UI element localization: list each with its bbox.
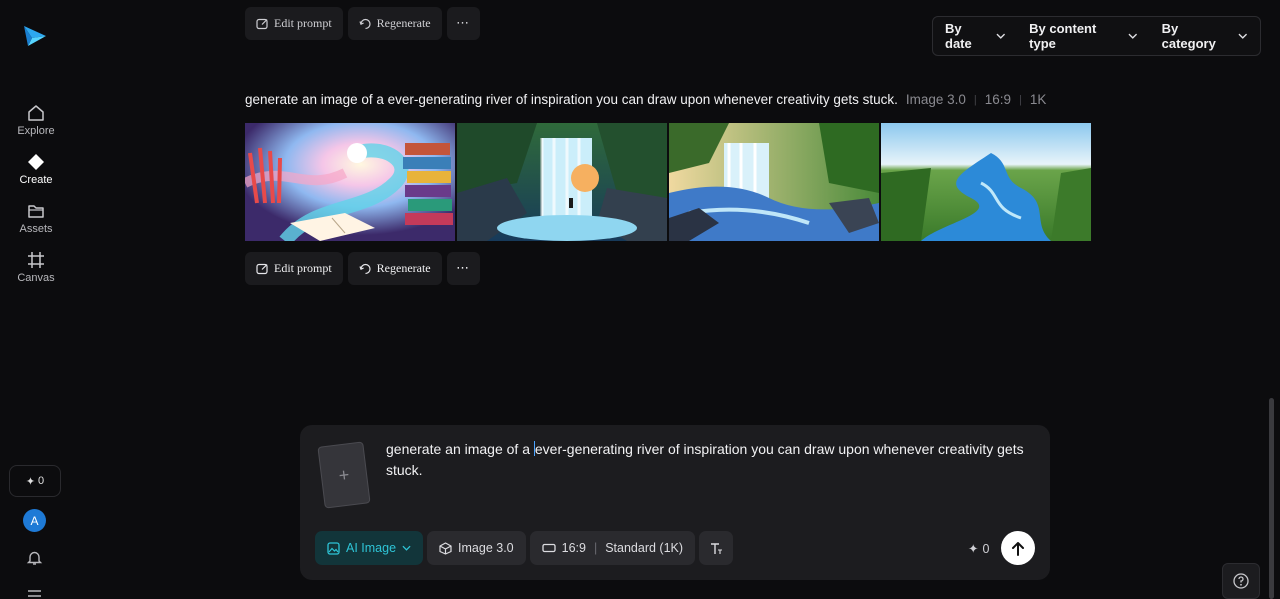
ratio-label: 16:9 (561, 541, 586, 555)
sidebar-item-assets[interactable]: Assets (0, 202, 72, 235)
ai-image-icon (327, 541, 340, 555)
mode-label: AI Image (346, 541, 397, 555)
regenerate-icon (359, 263, 371, 274)
prompt-input[interactable]: generate an image of a ever-generating r… (386, 439, 1026, 481)
regenerate-button[interactable]: Regenerate (347, 252, 442, 285)
prompt-composer: + generate an image of a ever-generating… (300, 425, 1050, 580)
help-button[interactable] (1222, 563, 1260, 599)
logo-icon[interactable] (22, 24, 48, 48)
scrollbar[interactable] (1269, 398, 1274, 599)
send-button[interactable] (1001, 531, 1035, 565)
composer-toolbar: AI Image Image 3.0 16:9 | Standard (1K) (315, 531, 734, 565)
sidebar-item-create[interactable]: Create (0, 153, 72, 186)
generated-image[interactable] (881, 123, 1091, 241)
prompt-text-before-caret: generate an image of a (386, 441, 534, 457)
edit-prompt-button[interactable]: Edit prompt (245, 7, 343, 40)
filter-bar: By date By content type By category (932, 16, 1261, 56)
filter-by-category[interactable]: By category (1150, 21, 1260, 51)
plus-icon: + (337, 463, 351, 486)
more-options-button[interactable]: ⋯ (446, 252, 480, 285)
quality-label: Standard (1K) (605, 541, 684, 555)
canvas-grid-icon (28, 252, 44, 268)
aspect-ratio-icon (541, 543, 556, 553)
cube-icon (439, 541, 452, 555)
chevron-down-icon (996, 33, 1005, 39)
sidebar-item-label: Create (19, 174, 53, 186)
edit-prompt-label: Edit prompt (274, 16, 332, 30)
edit-icon (256, 18, 268, 29)
edit-icon (256, 263, 268, 274)
history-prompt-text: generate an image of a ever-generating r… (245, 92, 898, 107)
sidebar: Explore Create Assets Canvas ✦ 0 A (0, 0, 72, 599)
prev-entry-actions: Edit prompt Regenerate ⋯ (245, 7, 480, 40)
history-ratio: 16:9 (984, 92, 1012, 107)
filter-by-date[interactable]: By date (933, 21, 1017, 51)
credit-cost-value: 0 (982, 541, 990, 556)
regenerate-button[interactable]: Regenerate (347, 7, 442, 40)
text-format-icon (711, 542, 723, 554)
filter-label: By category (1161, 21, 1216, 51)
more-icon: ⋯ (456, 261, 471, 276)
home-icon (28, 105, 44, 121)
aspect-ratio-select[interactable]: 16:9 | Standard (1K) (529, 531, 696, 565)
chevron-down-icon (1238, 33, 1248, 39)
history-resolution: 1K (1029, 92, 1047, 107)
generation-cost: ✦ 0 (968, 541, 990, 557)
sparkle-icon: ✦ (25, 475, 36, 488)
more-options-button[interactable]: ⋯ (446, 7, 480, 40)
model-label: Image 3.0 (458, 541, 514, 555)
menu-icon[interactable] (27, 589, 42, 599)
help-icon (1233, 573, 1249, 589)
avatar[interactable]: A (23, 509, 46, 532)
regenerate-label: Regenerate (376, 261, 431, 275)
folder-icon (28, 205, 44, 218)
sparkle-diamond-icon (28, 154, 44, 170)
filter-label: By content type (1029, 21, 1097, 51)
more-icon: ⋯ (456, 16, 471, 31)
filter-label: By date (945, 21, 972, 51)
text-style-button[interactable] (699, 531, 734, 565)
divider: | (973, 93, 977, 106)
arrow-up-icon (1012, 541, 1024, 556)
regenerate-label: Regenerate (376, 16, 431, 30)
generated-image[interactable] (457, 123, 667, 241)
bell-icon[interactable] (26, 549, 43, 566)
entry-actions: Edit prompt Regenerate ⋯ (245, 252, 480, 285)
history-model: Image 3.0 (905, 92, 966, 107)
chevron-down-icon (402, 545, 411, 551)
generated-image[interactable] (245, 123, 455, 241)
chevron-down-icon (1128, 33, 1138, 39)
divider: | (1019, 93, 1022, 106)
generated-image[interactable] (669, 123, 879, 241)
credits-count: 0 (38, 475, 45, 487)
sidebar-item-label: Assets (19, 223, 53, 235)
edit-prompt-label: Edit prompt (274, 261, 332, 275)
regenerate-icon (359, 18, 371, 29)
reference-upload-button[interactable]: + (317, 441, 371, 509)
sidebar-item-canvas[interactable]: Canvas (0, 251, 72, 284)
divider: | (593, 541, 598, 555)
credits-balance[interactable]: ✦ 0 (9, 465, 61, 497)
sidebar-item-label: Explore (17, 125, 55, 137)
model-select[interactable]: Image 3.0 (427, 531, 526, 565)
edit-prompt-button[interactable]: Edit prompt (245, 252, 343, 285)
filter-by-content-type[interactable]: By content type (1017, 21, 1149, 51)
sidebar-item-label: Canvas (17, 272, 55, 284)
sidebar-item-explore[interactable]: Explore (0, 104, 72, 137)
mode-select[interactable]: AI Image (315, 531, 424, 565)
history-prompt-line: generate an image of a ever-generating r… (245, 92, 1046, 107)
generated-images (245, 123, 1091, 241)
sparkle-icon: ✦ (968, 542, 979, 556)
